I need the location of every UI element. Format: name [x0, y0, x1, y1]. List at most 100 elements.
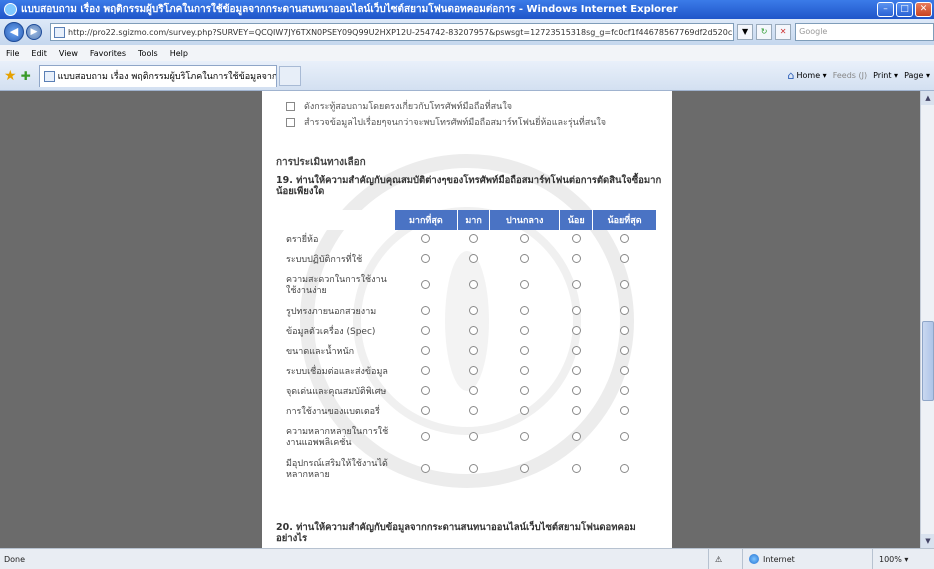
table-row: ตรายี่ห้อ	[282, 230, 656, 250]
radio-button[interactable]	[619, 280, 629, 289]
radio-button[interactable]	[421, 406, 431, 415]
forward-button[interactable]: ▶	[26, 24, 42, 40]
row-label: ตรายี่ห้อ	[286, 234, 319, 245]
address-dropdown-button[interactable]: ▼	[737, 24, 754, 40]
radio-button[interactable]	[571, 366, 581, 375]
radio-button[interactable]	[619, 306, 629, 315]
zone-indicator: Internet	[742, 548, 872, 569]
scroll-thumb[interactable]	[922, 321, 934, 401]
radio-cell	[490, 422, 560, 454]
row-label: ระบบเชื่อมต่อและส่งข้อมูล	[286, 366, 388, 377]
status-text: Done	[4, 554, 26, 564]
radio-button[interactable]	[520, 234, 530, 243]
table-row: รูปทรงภายนอกสวยงาม	[282, 302, 656, 322]
radio-button[interactable]	[571, 326, 581, 335]
radio-button[interactable]	[619, 366, 629, 375]
radio-button[interactable]	[520, 406, 530, 415]
radio-button[interactable]	[421, 432, 431, 441]
maximize-button[interactable]: □	[896, 2, 913, 17]
radio-button[interactable]	[520, 366, 530, 375]
zoom-button[interactable]: 100% ▾	[872, 548, 934, 569]
minimize-button[interactable]: –	[877, 2, 894, 17]
radio-button[interactable]	[571, 234, 581, 243]
radio-button[interactable]	[619, 464, 629, 473]
radio-button[interactable]	[520, 346, 530, 355]
radio-button[interactable]	[571, 464, 581, 473]
search-input[interactable]: Google	[795, 23, 934, 41]
prev-option-2[interactable]: สำรวจข้อมูลไปเรื่อยๆจนกว่าจะพบโทรศัพท์มื…	[286, 115, 606, 129]
radio-button[interactable]	[619, 326, 629, 335]
radio-button[interactable]	[421, 386, 431, 395]
radio-button[interactable]	[571, 280, 581, 289]
address-input[interactable]: http://pro22.sgizmo.com/survey.php?SURVE…	[50, 23, 735, 41]
radio-button[interactable]	[469, 464, 479, 473]
favorites-star-icon[interactable]: ★	[4, 68, 17, 84]
radio-button[interactable]	[520, 254, 530, 263]
menu-file[interactable]: File	[6, 49, 19, 58]
add-favorites-icon[interactable]: ✚	[21, 69, 31, 83]
radio-button[interactable]	[520, 326, 530, 335]
home-button[interactable]: ⌂ Home ▾	[788, 69, 827, 82]
radio-button[interactable]	[520, 464, 530, 473]
radio-button[interactable]	[619, 346, 629, 355]
scroll-up-icon[interactable]: ▲	[921, 91, 934, 105]
radio-button[interactable]	[571, 432, 581, 441]
menu-tools[interactable]: Tools	[138, 49, 158, 58]
radio-button[interactable]	[571, 346, 581, 355]
radio-button[interactable]	[571, 306, 581, 315]
menu-favorites[interactable]: Favorites	[90, 49, 126, 58]
refresh-button[interactable]: ↻	[756, 24, 773, 40]
radio-button[interactable]	[469, 386, 479, 395]
new-tab-button[interactable]	[278, 65, 301, 86]
radio-button[interactable]	[469, 280, 479, 289]
checkbox[interactable]	[286, 117, 295, 127]
radio-button[interactable]	[619, 432, 629, 441]
radio-cell	[593, 382, 656, 402]
radio-button[interactable]	[619, 254, 629, 263]
radio-button[interactable]	[421, 346, 431, 355]
address-url: http://pro22.sgizmo.com/survey.php?SURVE…	[68, 27, 735, 37]
radio-button[interactable]	[421, 326, 431, 335]
radio-button[interactable]	[421, 234, 431, 243]
radio-button[interactable]	[469, 254, 479, 263]
radio-button[interactable]	[469, 406, 479, 415]
checkbox[interactable]	[286, 101, 295, 111]
radio-button[interactable]	[619, 234, 629, 243]
radio-button[interactable]	[469, 432, 479, 441]
close-button[interactable]: ✕	[915, 2, 932, 17]
radio-cell	[394, 322, 458, 342]
radio-button[interactable]	[520, 306, 530, 315]
stop-button[interactable]: ✕	[775, 24, 792, 40]
vertical-scrollbar[interactable]: ▲ ▼	[920, 91, 934, 548]
radio-button[interactable]	[520, 280, 530, 289]
radio-button[interactable]	[421, 366, 431, 375]
radio-cell	[593, 402, 656, 422]
menu-view[interactable]: View	[59, 49, 78, 58]
radio-button[interactable]	[571, 406, 581, 415]
radio-button[interactable]	[520, 386, 530, 395]
radio-button[interactable]	[469, 346, 479, 355]
radio-button[interactable]	[619, 386, 629, 395]
tab-survey[interactable]: แบบสอบถาม เรื่อง พฤติกรรมผู้บริโภคในการใ…	[38, 64, 277, 87]
radio-button[interactable]	[421, 306, 431, 315]
menu-edit[interactable]: Edit	[31, 49, 47, 58]
radio-button[interactable]	[469, 306, 479, 315]
radio-button[interactable]	[520, 432, 530, 441]
scroll-down-icon[interactable]: ▼	[921, 534, 934, 548]
radio-button[interactable]	[571, 386, 581, 395]
print-button[interactable]: Print ▾	[873, 71, 898, 80]
feeds-button[interactable]: Feeds (J)	[833, 71, 867, 80]
radio-button[interactable]	[619, 406, 629, 415]
radio-button[interactable]	[469, 234, 479, 243]
radio-button[interactable]	[469, 326, 479, 335]
menu-help[interactable]: Help	[170, 49, 188, 58]
page-button[interactable]: Page ▾	[904, 71, 930, 80]
radio-button[interactable]	[421, 254, 431, 263]
radio-button[interactable]	[421, 280, 431, 289]
radio-button[interactable]	[421, 464, 431, 473]
prev-option-1[interactable]: ดังกระทู้สอบถามโดยตรงเกี่ยวกับโทรศัพท์มื…	[286, 99, 512, 113]
radio-button[interactable]	[469, 366, 479, 375]
radio-cell	[560, 342, 593, 362]
radio-button[interactable]	[571, 254, 581, 263]
back-button[interactable]: ◀	[4, 22, 24, 42]
